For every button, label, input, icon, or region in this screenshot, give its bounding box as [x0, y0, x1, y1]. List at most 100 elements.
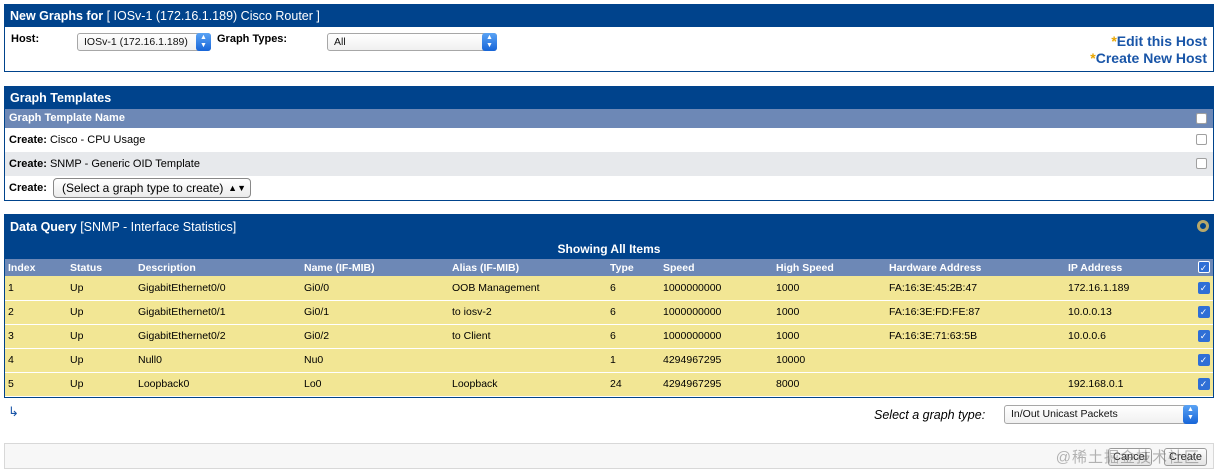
- template-row-checkbox[interactable]: [1196, 158, 1207, 169]
- table-cell: 1000: [773, 300, 886, 325]
- col-high-speed[interactable]: High Speed: [773, 259, 886, 276]
- create-graph-type-value: (Select a graph type to create): [62, 181, 224, 195]
- new-graphs-titlebar: New Graphs for [ IOSv-1 (172.16.1.189) C…: [5, 5, 1213, 27]
- col-description[interactable]: Description: [135, 259, 301, 276]
- new-graphs-host-title: [ IOSv-1 (172.16.1.189) Cisco Router ]: [106, 9, 320, 23]
- template-row-checkbox[interactable]: [1196, 134, 1207, 145]
- graph-types-chevron-icon: ▲ ▼: [482, 33, 497, 51]
- showing-items: Showing All Items: [5, 239, 1213, 259]
- graph-templates-titlebar: Graph Templates: [5, 87, 1213, 109]
- table-cell: Lo0: [301, 372, 449, 397]
- table-cell: Up: [67, 324, 135, 349]
- table-cell: 1000000000: [660, 324, 773, 349]
- table-cell: 1000: [773, 276, 886, 301]
- row-checkbox[interactable]: ✓: [1197, 378, 1210, 390]
- table-cell: Up: [67, 372, 135, 397]
- row-select-cell: ✓: [1191, 276, 1213, 301]
- data-query-table: Index Status Description Name (IF-MIB) A…: [5, 259, 1213, 397]
- create-host-link[interactable]: *Create New Host: [1090, 50, 1207, 66]
- graph-types-select-value: All: [334, 36, 346, 48]
- graph-templates-title: Graph Templates: [10, 91, 112, 105]
- row-checkbox[interactable]: ✓: [1197, 281, 1210, 294]
- table-cell: 6: [607, 300, 660, 325]
- graph-types-select[interactable]: All ▲ ▼: [327, 33, 497, 51]
- table-cell: FA:16:3E:45:2B:47: [886, 276, 1065, 301]
- col-name[interactable]: Name (IF-MIB): [301, 259, 449, 276]
- create-graph-type-select[interactable]: (Select a graph type to create) ▲▼: [53, 178, 251, 198]
- create-row: Create: (Select a graph type to create) …: [5, 176, 1213, 200]
- table-cell: [449, 348, 607, 373]
- table-row[interactable]: 5 Up Loopback0 Lo0 Loopback 24 4294967295 8000 1…: [5, 372, 1213, 397]
- data-query-title: Data Query: [10, 220, 77, 234]
- watermark: @稀土掘金技术社区: [1055, 449, 1200, 466]
- new-graphs-title: New Graphs for: [10, 9, 104, 23]
- table-cell: 1000: [773, 324, 886, 349]
- table-cell: 24: [607, 372, 660, 397]
- table-row[interactable]: 3 Up GigabitEthernet0/2 Gi0/2 to Client 6 1000…: [5, 324, 1213, 349]
- row-checkbox[interactable]: ✓: [1197, 330, 1210, 342]
- create-host-label: Create New Host: [1095, 50, 1207, 66]
- row-select-cell: ✓: [1191, 372, 1213, 397]
- table-cell: Loopback0: [135, 372, 301, 397]
- template-row-name: Cisco - CPU Usage: [49, 134, 146, 146]
- table-cell: Up: [67, 348, 135, 373]
- table-cell: 172.16.1.189: [1065, 276, 1191, 301]
- table-cell: [886, 348, 1065, 373]
- host-select-chevron-icon: ▲ ▼: [196, 33, 211, 51]
- col-alias[interactable]: Alias (IF-MIB): [449, 259, 607, 276]
- table-cell: 10000: [773, 348, 886, 373]
- table-row[interactable]: 1 Up GigabitEthernet0/0 Gi0/0 OOB Management…: [5, 276, 1213, 301]
- select-all-templates-checkbox[interactable]: [1196, 113, 1207, 124]
- host-select-value: IOSv-1 (172.16.1.189): [84, 36, 188, 48]
- table-cell: GigabitEthernet0/2: [135, 324, 301, 349]
- table-cell: Nu0: [301, 348, 449, 373]
- table-row[interactable]: 4 Up Null0 Nu0 1 4294967295 10000 ✓: [5, 348, 1213, 373]
- data-query-panel: Data Query [SNMP - Interface Statistics]…: [4, 214, 1214, 398]
- select-graph-type-select[interactable]: In/Out Unicast Packets ▲ ▼: [1004, 405, 1198, 424]
- template-row-name: SNMP - Generic OID Template: [49, 158, 200, 170]
- table-cell: to Client: [449, 324, 607, 349]
- table-row[interactable]: 2 Up GigabitEthernet0/1 Gi0/1 to iosv-2 6 1000…: [5, 300, 1213, 325]
- table-cell: [886, 372, 1065, 397]
- table-header-row: Index Status Description Name (IF-MIB) A…: [5, 259, 1213, 276]
- select-graph-type-label: Select a graph type:: [874, 408, 986, 422]
- new-graphs-panel: New Graphs for [ IOSv-1 (172.16.1.189) C…: [4, 4, 1214, 72]
- col-ip-address[interactable]: IP Address: [1065, 259, 1191, 276]
- data-query-name: [SNMP - Interface Statistics]: [80, 220, 237, 234]
- table-cell: 4: [5, 348, 67, 373]
- table-cell: 192.168.0.1: [1065, 372, 1191, 397]
- table-cell: 1: [607, 348, 660, 373]
- select-all-checkbox[interactable]: ✓: [1197, 261, 1210, 273]
- table-cell: Gi0/1: [301, 300, 449, 325]
- table-cell: OOB Management: [449, 276, 607, 301]
- table-cell: 2: [5, 300, 67, 325]
- col-hardware-address[interactable]: Hardware Address: [886, 259, 1065, 276]
- arrow-down-right-icon: ↳: [8, 404, 19, 419]
- graph-template-name-header: Graph Template Name: [9, 112, 125, 124]
- row-checkbox[interactable]: ✓: [1197, 354, 1210, 366]
- table-cell: 1000000000: [660, 300, 773, 325]
- template-row-prefix: Create:: [9, 134, 47, 146]
- table-cell: 8000: [773, 372, 886, 397]
- row-checkbox[interactable]: ✓: [1197, 306, 1210, 318]
- table-cell: GigabitEthernet0/1: [135, 300, 301, 325]
- col-type[interactable]: Type: [607, 259, 660, 276]
- gear-icon[interactable]: [1197, 220, 1209, 232]
- host-select[interactable]: IOSv-1 (172.16.1.189) ▲ ▼: [77, 33, 211, 51]
- table-cell: [1065, 348, 1191, 373]
- row-select-cell: ✓: [1191, 348, 1213, 373]
- col-status[interactable]: Status: [67, 259, 135, 276]
- table-cell: 3: [5, 324, 67, 349]
- updown-icon: ▲▼: [228, 183, 246, 193]
- col-index[interactable]: Index: [5, 259, 67, 276]
- table-cell: Loopback: [449, 372, 607, 397]
- template-row: Create: SNMP - Generic OID Template: [5, 152, 1213, 176]
- table-cell: Up: [67, 300, 135, 325]
- edit-host-link[interactable]: *Edit this Host: [1111, 33, 1207, 49]
- table-cell: 5: [5, 372, 67, 397]
- table-cell: 1000000000: [660, 276, 773, 301]
- data-query-titlebar: Data Query [SNMP - Interface Statistics]: [5, 215, 1213, 239]
- col-speed[interactable]: Speed: [660, 259, 773, 276]
- table-cell: FA:16:3E:71:63:5B: [886, 324, 1065, 349]
- table-cell: 4294967295: [660, 348, 773, 373]
